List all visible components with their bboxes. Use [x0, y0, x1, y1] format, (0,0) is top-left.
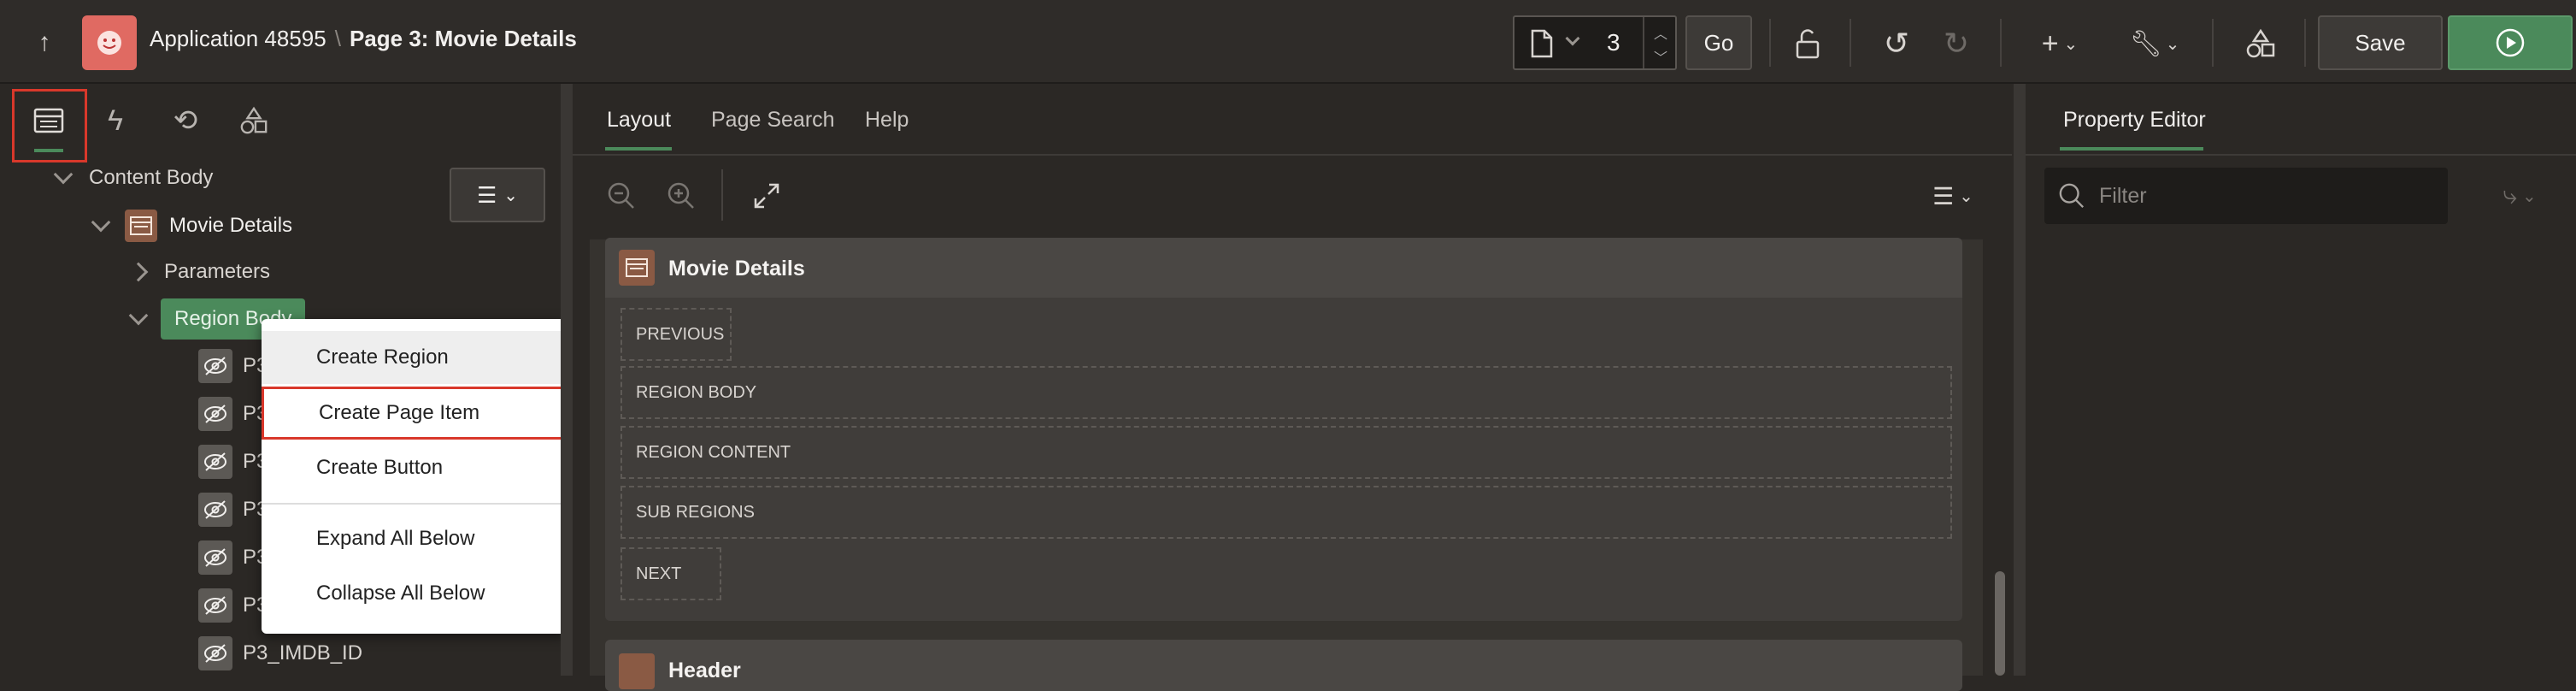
hidden-item-icon — [198, 445, 232, 479]
breadcrumb: Application 48595 \ Page 3: Movie Details — [150, 26, 577, 52]
region-icon — [619, 653, 655, 689]
tab-divider — [2026, 154, 2576, 156]
page-icon — [1530, 29, 1554, 62]
region-title: Header — [668, 659, 741, 682]
expand-icon[interactable] — [747, 176, 786, 216]
stepper-down-icon[interactable]: ﹀ — [1644, 46, 1677, 67]
hidden-item-icon — [198, 493, 232, 527]
panel-splitter[interactable] — [561, 84, 573, 676]
play-icon — [2496, 28, 2525, 57]
menu-item-expand-all-below[interactable]: Expand All Below — [262, 512, 566, 565]
hidden-item-icon — [198, 397, 232, 431]
zoom-in-icon[interactable] — [662, 176, 701, 216]
region-header[interactable]: Header — [605, 640, 1962, 691]
tree-item[interactable]: P3 — [198, 585, 268, 626]
page-stepper[interactable]: ︿ ﹀ — [1643, 17, 1677, 68]
top-toolbar: ↑ Application 48595 \ Page 3: Movie Detail… — [0, 0, 2576, 84]
breadcrumb-separator: \ — [334, 26, 341, 51]
zoom-out-icon[interactable] — [602, 176, 641, 216]
redo-icon[interactable]: ↻ — [1937, 24, 1976, 63]
save-button[interactable]: Save — [2318, 15, 2443, 70]
tree-item[interactable]: P3_IMDB_ID — [198, 633, 362, 674]
chevron-down-icon[interactable] — [128, 305, 149, 326]
chevron-right-icon[interactable] — [128, 262, 149, 282]
region-icon — [619, 250, 655, 286]
slot-region-body[interactable]: REGION BODY — [620, 366, 1952, 419]
context-menu: Create Region Create Page Item Create Bu… — [262, 319, 566, 634]
tab-layout[interactable]: Layout — [607, 108, 671, 133]
tree-item[interactable]: P3 — [198, 346, 268, 387]
tab-page-search[interactable]: Page Search — [711, 108, 835, 133]
slot-sub-regions[interactable]: SUB REGIONS — [620, 486, 1952, 539]
toolbar-divider — [2000, 19, 2002, 67]
page-number-input[interactable]: 3 — [1607, 29, 1620, 56]
chevron-down-icon[interactable] — [91, 212, 111, 233]
search-icon — [2059, 183, 2085, 209]
active-tab-indicator — [605, 147, 672, 151]
item-label: P3_IMDB_ID — [243, 641, 363, 664]
region-title: Movie Details — [668, 257, 805, 281]
tree-node-label: Content Body — [89, 166, 214, 189]
rendering-tab-icon[interactable] — [29, 101, 68, 140]
panel-splitter[interactable] — [2014, 84, 2026, 676]
shared-components-icon[interactable] — [2241, 24, 2280, 63]
region-icon — [125, 210, 157, 242]
tree-item[interactable]: P3 — [198, 489, 268, 530]
tree-menu-button[interactable]: ☰ ⌄ — [450, 168, 545, 222]
toolbar-divider — [1850, 19, 1851, 67]
tree-node-label: Movie Details — [169, 214, 293, 237]
tab-property-editor[interactable]: Property Editor — [2063, 108, 2206, 133]
undo-icon[interactable]: ↺ — [1877, 24, 1916, 63]
menu-divider — [262, 503, 566, 505]
slot-next[interactable]: NEXT — [620, 547, 721, 600]
go-button[interactable]: Go — [1685, 15, 1752, 70]
unlock-icon[interactable] — [1788, 24, 1827, 63]
page-title: Page 3: Movie Details — [349, 26, 577, 51]
slot-region-content[interactable]: REGION CONTENT — [620, 426, 1952, 479]
app-name[interactable]: Application 48595 — [150, 26, 326, 51]
tab-help[interactable]: Help — [865, 108, 909, 133]
tree-node-movie-details[interactable]: Movie Details — [91, 204, 293, 248]
tree-item[interactable]: P3 — [198, 393, 268, 434]
tree-item[interactable]: P3 — [198, 537, 268, 578]
hidden-item-icon — [198, 588, 232, 623]
menu-item-create-region[interactable]: Create Region — [262, 331, 566, 384]
active-tab-indicator — [34, 149, 63, 152]
page-selector[interactable]: 3 ︿ ﹀ — [1513, 15, 1677, 70]
menu-item-collapse-all-below[interactable]: Collapse All Below — [262, 567, 566, 620]
toolbar-divider — [2212, 19, 2214, 67]
scrollbar-thumb[interactable] — [1995, 571, 2005, 676]
layout-menu-icon[interactable]: ☰ ⌄ — [1923, 176, 1983, 216]
tree-node-label: Parameters — [164, 260, 271, 283]
chevron-down-icon[interactable] — [53, 164, 74, 185]
dynamic-actions-tab-icon[interactable]: ϟ — [96, 101, 135, 140]
chevron-down-icon[interactable] — [1565, 31, 1580, 48]
hidden-item-icon — [198, 540, 232, 575]
app-icon — [82, 15, 137, 70]
active-tab-indicator — [2060, 147, 2203, 151]
tree-item[interactable]: P3 — [198, 441, 268, 482]
tree-node-parameters[interactable]: Parameters — [128, 255, 271, 289]
toolbar-divider — [2304, 19, 2306, 67]
toolbar-divider — [721, 169, 723, 221]
stepper-up-icon[interactable]: ︿ — [1644, 22, 1677, 43]
run-page-button[interactable] — [2448, 15, 2573, 70]
toolbar-divider — [1769, 19, 1771, 67]
tab-divider — [573, 154, 2012, 156]
region-header — [605, 238, 1962, 298]
hidden-item-icon — [198, 349, 232, 383]
slot-previous[interactable]: PREVIOUS — [620, 308, 732, 361]
filter-input[interactable]: Filter — [2044, 168, 2448, 224]
go-to-group-icon[interactable]: ⤷ ⌄ — [2485, 176, 2554, 216]
filter-placeholder: Filter — [2099, 183, 2147, 208]
menu-item-create-button[interactable]: Create Button — [262, 441, 566, 494]
wrench-menu-icon[interactable]: 🔧︎ ⌄ — [2126, 24, 2183, 63]
hidden-item-icon — [198, 636, 232, 670]
up-arrow-icon[interactable]: ↑ — [26, 24, 63, 62]
add-menu-icon[interactable]: + ⌄ — [2034, 24, 2085, 63]
shared-components-tab-icon[interactable] — [234, 101, 273, 140]
tree-node-content-body[interactable]: Content Body — [53, 161, 214, 195]
processing-tab-icon[interactable]: ⟲ — [166, 101, 205, 140]
menu-item-create-page-item[interactable]: Create Page Item — [262, 387, 566, 440]
